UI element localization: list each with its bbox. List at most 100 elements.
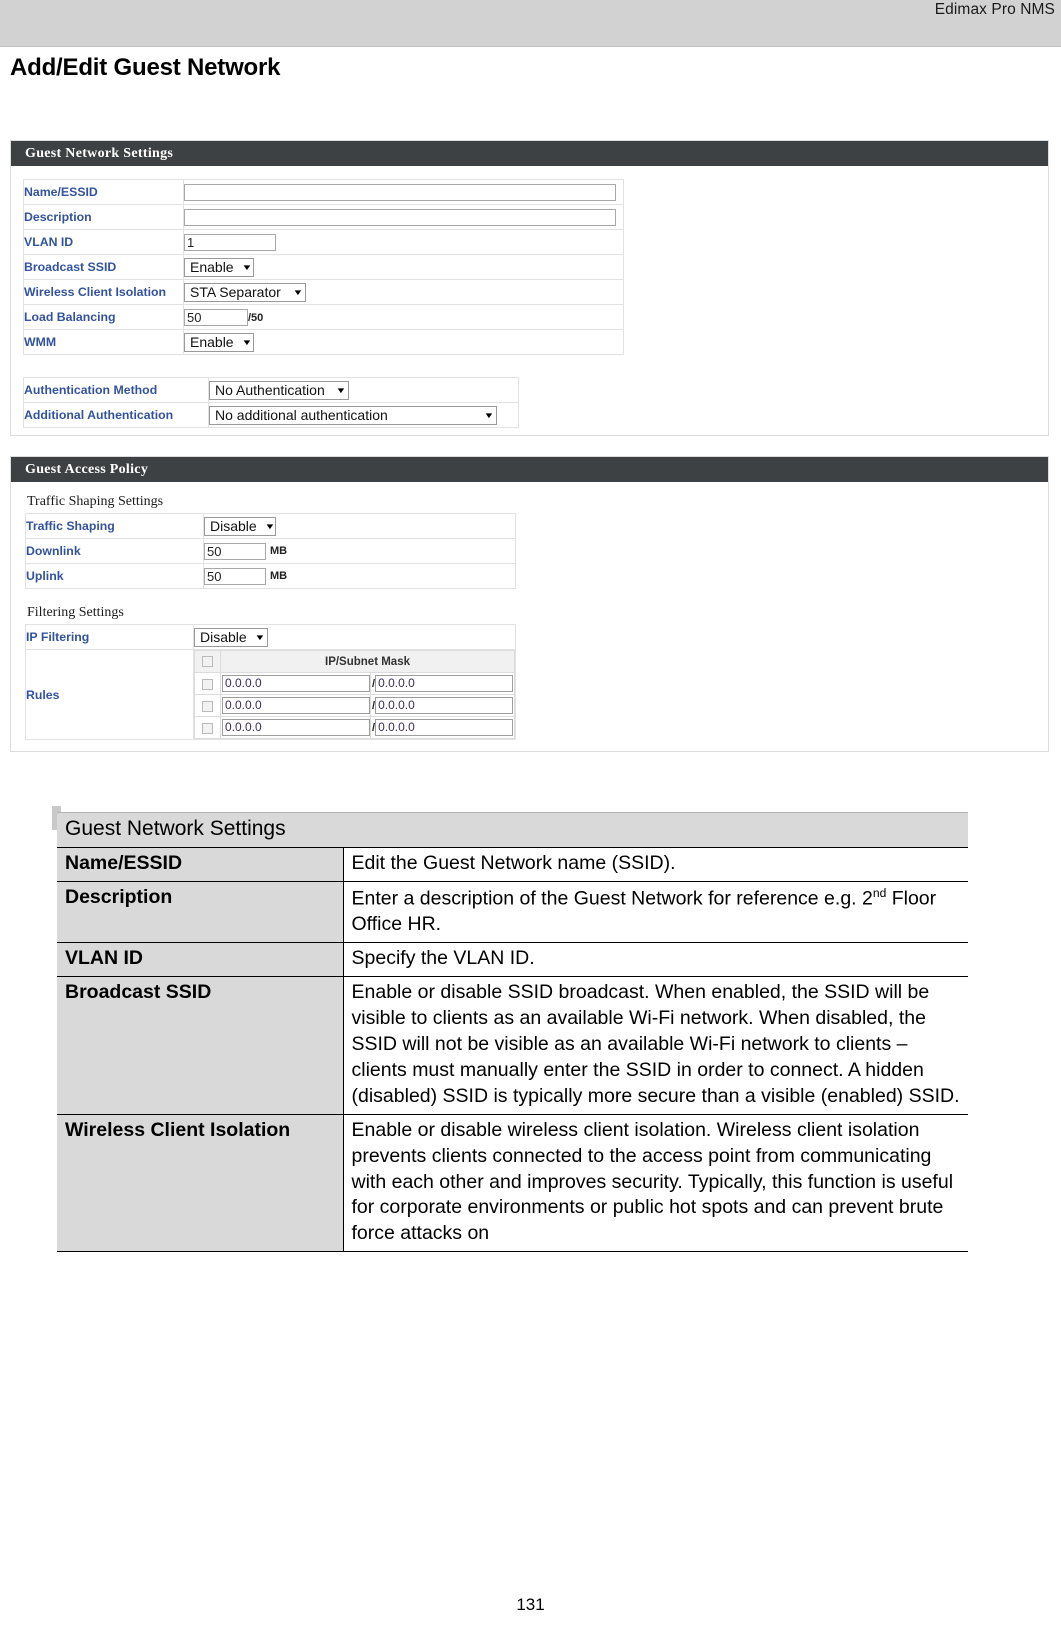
label-ip-filtering: IP Filtering [25,624,194,650]
rule-mask-cell[interactable]: /0.0.0.0 [370,672,515,695]
rule-checkbox-cell[interactable] [194,694,221,717]
ip-filtering-select[interactable]: Disable ▼ [194,627,268,647]
field-rules: IP/Subnet Mask 0.0.0.0 /0.0.0.0 0.0.0.0 … [193,649,516,740]
form-row-vlan-id: VLAN ID 1 [23,229,624,255]
rule-ip-cell[interactable]: 0.0.0.0 [220,716,371,739]
label-authentication-method: Authentication Method [23,377,209,403]
load-balancing-input[interactable]: 50 [184,308,248,326]
ip-filtering-value: Disable [200,629,247,645]
label-additional-authentication: Additional Authentication [23,402,209,428]
uplink-input[interactable]: 50 [204,567,266,585]
screenshot-guest-network-settings: Guest Network Settings Name/ESSID Descri… [10,140,1049,436]
rule-ip-cell[interactable]: 0.0.0.0 [220,672,371,695]
field-authentication-method[interactable]: No Authentication ▼ [208,377,519,403]
rule-checkbox-cell[interactable] [194,672,221,695]
chevron-down-icon: ▼ [264,521,276,531]
label-wireless-client-isolation: Wireless Client Isolation [23,279,184,305]
broadcast-ssid-value: Enable [190,259,234,275]
page-header-band: Edimax Pro NMS [0,0,1061,47]
label-vlan-id: VLAN ID [23,229,184,255]
chevron-down-icon: ▼ [335,385,347,395]
field-traffic-shaping[interactable]: Disable ▼ [203,513,516,539]
traffic-shaping-value: Disable [210,518,257,534]
field-vlan-id[interactable]: 1 [183,229,624,255]
field-name-essid[interactable] [183,179,624,205]
label-uplink: Uplink [25,563,204,589]
table-row: Broadcast SSID Enable or disable SSID br… [57,976,968,1115]
wireless-client-isolation-select[interactable]: STA Separator ▼ [184,282,306,302]
label-broadcast-ssid: Broadcast SSID [23,254,184,280]
rule-mask-input[interactable]: 0.0.0.0 [375,675,514,692]
doc-key-description: Description [57,880,344,944]
form-row-uplink: Uplink 50 MB [25,563,516,589]
description-input[interactable] [184,208,616,226]
rule-ip-input[interactable]: 0.0.0.0 [222,697,370,714]
additional-authentication-value: No additional authentication [215,407,388,423]
field-additional-authentication[interactable]: No additional authentication ▼ [208,402,519,428]
table-row: Name/ESSID Edit the Guest Network name (… [57,846,968,882]
rule-checkbox[interactable] [202,700,213,712]
form-row-wmm: WMM Enable ▼ [23,329,624,355]
field-uplink[interactable]: 50 MB [203,563,516,589]
filtering-form: IP Filtering Disable ▼ Rules IP/Subnet M… [25,624,516,740]
uplink-unit: MB [270,570,288,583]
load-balancing-max: /50 [248,311,264,324]
label-load-balancing: Load Balancing [23,304,184,330]
label-wmm: WMM [23,329,184,355]
field-load-balancing[interactable]: 50/50 [183,304,624,330]
authentication-form: Authentication Method No Authentication … [23,377,519,428]
rules-select-all-checkbox[interactable] [202,655,213,667]
rule-mask-cell[interactable]: /0.0.0.0 [370,716,515,739]
vlan-id-input[interactable]: 1 [184,233,276,251]
rule-mask-input[interactable]: 0.0.0.0 [375,697,514,714]
doc-desc-broadcast-ssid: Enable or disable SSID broadcast. When e… [342,976,968,1115]
broadcast-ssid-select[interactable]: Enable ▼ [184,257,254,277]
rule-ip-cell[interactable]: 0.0.0.0 [220,694,371,717]
form-row-wireless-client-isolation: Wireless Client Isolation STA Separator … [23,279,624,305]
panel-title-guest-network-settings: Guest Network Settings [11,141,1048,166]
doc-key-broadcast-ssid: Broadcast SSID [57,976,344,1115]
rule-checkbox[interactable] [202,722,213,734]
table-row: VLAN ID Specify the VLAN ID. [57,942,968,978]
chevron-down-icon: ▼ [241,337,253,347]
doc-key-vlan-id: VLAN ID [57,942,344,978]
traffic-shaping-select[interactable]: Disable ▼ [204,516,276,536]
page-number: 131 [516,1595,545,1614]
rule-checkbox-cell[interactable] [194,716,221,739]
table-row: Wireless Client Isolation Enable or disa… [57,1113,968,1253]
rules-select-all-cell[interactable] [194,650,221,673]
rule-checkbox[interactable] [202,678,213,690]
field-ip-filtering[interactable]: Disable ▼ [193,624,516,650]
rule-mask-input[interactable]: 0.0.0.0 [375,719,514,736]
doc-key-wireless-client-isolation: Wireless Client Isolation [57,1113,344,1253]
field-wmm[interactable]: Enable ▼ [183,329,624,355]
downlink-unit: MB [270,545,288,558]
form-row-rules: Rules IP/Subnet Mask 0.0.0.0 / 0.0.0.0 0… [25,649,516,740]
chevron-down-icon: ▼ [241,262,253,272]
doc-desc-description: Enter a description of the Guest Network… [342,880,968,944]
guest-network-settings-form: Name/ESSID Description VLAN ID 1 Broadca… [23,179,624,355]
name-essid-input[interactable] [184,183,616,201]
rule-ip-input[interactable]: 0.0.0.0 [222,675,370,692]
downlink-input[interactable]: 50 [204,542,266,560]
brand-label: Edimax Pro NMS [934,1,1055,18]
doc-desc-description-ordinal: nd [872,885,887,900]
form-row-additional-authentication: Additional Authentication No additional … [23,402,519,428]
doc-key-name-essid: Name/ESSID [57,846,344,882]
field-downlink[interactable]: 50 MB [203,538,516,564]
rule-ip-input[interactable]: 0.0.0.0 [222,719,370,736]
field-description[interactable] [183,204,624,230]
additional-authentication-select[interactable]: No additional authentication ▼ [209,405,497,425]
form-row-downlink: Downlink 50 MB [25,538,516,564]
field-wireless-client-isolation[interactable]: STA Separator ▼ [183,279,624,305]
rule-mask-cell[interactable]: /0.0.0.0 [370,694,515,717]
label-traffic-shaping: Traffic Shaping [25,513,204,539]
rules-table: IP/Subnet Mask 0.0.0.0 /0.0.0.0 0.0.0.0 … [194,650,515,739]
form-row-description: Description [23,204,624,230]
wmm-select[interactable]: Enable ▼ [184,332,254,352]
form-row-load-balancing: Load Balancing 50/50 [23,304,624,330]
traffic-shaping-form: Traffic Shaping Disable ▼ Downlink 50 MB … [25,513,516,589]
settings-description-table: Guest Network Settings Name/ESSID Edit t… [57,812,968,1253]
field-broadcast-ssid[interactable]: Enable ▼ [183,254,624,280]
authentication-method-select[interactable]: No Authentication ▼ [209,380,349,400]
